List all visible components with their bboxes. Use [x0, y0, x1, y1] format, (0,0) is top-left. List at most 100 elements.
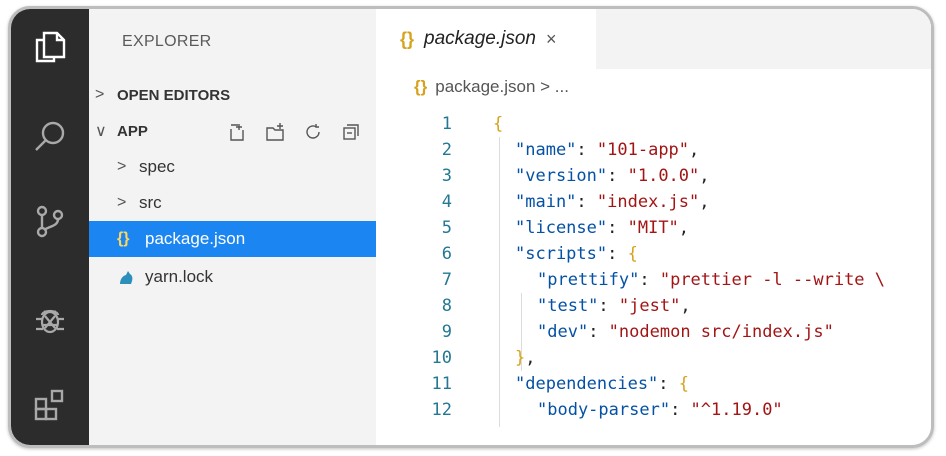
token-p: : — [607, 166, 628, 186]
token-e: , — [699, 192, 710, 212]
token-s: "1.0.0" — [627, 166, 700, 186]
line-number: 9 — [441, 322, 452, 342]
tree-item-label: yarn.lock — [145, 267, 214, 286]
code-text: "body-parser": "^1.19.0" — [537, 397, 783, 423]
token-k: "name" — [515, 140, 577, 160]
token-p: : — [598, 296, 619, 316]
code-line: 5 "license": "MIT", — [376, 215, 931, 241]
token-p: : — [576, 140, 597, 160]
line-number: 4 — [441, 192, 452, 212]
token-e: , — [525, 348, 536, 368]
tree-item-yarn-lock[interactable]: yarn.lock — [89, 259, 376, 295]
chevron-down-icon: ∨ — [95, 123, 107, 140]
chevron-right-icon: > — [117, 194, 127, 211]
code-text: "name": "101-app", — [515, 137, 699, 163]
chevron-right-icon: > — [117, 158, 127, 175]
tab-bar: {} package.json × — [376, 9, 931, 69]
token-b: } — [515, 348, 526, 368]
token-e: , — [680, 296, 691, 316]
tree-item-label: spec — [139, 157, 175, 176]
line-number: 2 — [441, 140, 452, 160]
token-e: , — [689, 140, 700, 160]
new-folder-icon[interactable] — [264, 121, 286, 147]
line-number: 7 — [441, 270, 452, 290]
token-s: "^1.19.0" — [690, 400, 783, 420]
token-b: { — [678, 374, 690, 394]
tree-item-spec[interactable]: > spec — [89, 149, 376, 185]
token-k: "version" — [515, 166, 608, 186]
code-line: 9 "dev": "nodemon src/index.js" — [376, 319, 931, 345]
search-icon[interactable] — [11, 107, 89, 167]
yarn-cat-icon — [117, 268, 145, 286]
line-number: 8 — [441, 296, 452, 316]
close-icon[interactable]: × — [546, 29, 557, 50]
code-line: 6 "scripts": { — [376, 241, 931, 267]
token-k: "license" — [515, 218, 608, 238]
line-number: 3 — [441, 166, 452, 186]
line-number: 6 — [441, 244, 452, 264]
tab-package-json[interactable]: {} package.json × — [376, 9, 596, 69]
debug-icon[interactable] — [11, 289, 89, 349]
new-file-icon[interactable] — [226, 121, 248, 147]
app-folder-label: APP — [117, 122, 148, 140]
code-line: 1{ — [376, 111, 931, 137]
code-text: "dependencies": { — [515, 371, 689, 397]
code-text: "prettify": "prettier -l --write \ — [537, 267, 885, 293]
token-s: "nodemon src/index.js" — [608, 322, 834, 342]
line-number: 12 — [431, 400, 452, 420]
explorer-sidebar: EXPLORER > OPEN EDITORS ∨ APP > spec > s… — [89, 9, 376, 445]
code-line: 10}, — [376, 345, 931, 371]
token-p: : — [607, 218, 628, 238]
token-s: "index.js" — [596, 192, 700, 212]
code-text: "test": "jest", — [537, 293, 691, 319]
token-s: "101-app" — [596, 140, 690, 160]
token-b: { — [627, 244, 638, 264]
code-text: "scripts": { — [515, 241, 638, 267]
token-s: "prettier -l --write \ — [659, 270, 886, 290]
json-file-icon: {} — [414, 77, 428, 96]
breadcrumb-path: package.json > ... — [435, 77, 569, 96]
token-p: : — [588, 322, 609, 342]
token-e: , — [678, 218, 690, 238]
open-editors-section[interactable]: > OPEN EDITORS — [89, 77, 376, 113]
token-p: : — [607, 244, 628, 264]
code-line: 12 "body-parser": "^1.19.0" — [376, 397, 931, 423]
token-p: : — [639, 270, 660, 290]
line-number: 10 — [431, 348, 452, 368]
json-file-icon: {} — [117, 230, 130, 247]
code-text: "dev": "nodemon src/index.js" — [537, 319, 834, 345]
token-p: : — [658, 374, 679, 394]
code-text: { — [493, 111, 503, 137]
tree-item-src[interactable]: > src — [89, 185, 376, 221]
explorer-icon[interactable] — [11, 17, 89, 77]
breadcrumb[interactable]: {} package.json > ... — [414, 77, 569, 97]
tree-item-label: src — [139, 193, 162, 212]
token-k: "scripts" — [515, 244, 608, 264]
line-number: 11 — [431, 374, 452, 394]
code-line: 8 "test": "jest", — [376, 293, 931, 319]
app-folder-section[interactable]: ∨ APP — [89, 113, 376, 149]
code-text: "version": "1.0.0", — [515, 163, 710, 189]
code-text: }, — [515, 345, 536, 371]
collapse-all-icon[interactable] — [340, 121, 362, 147]
editor-area: {} package.json × {} package.json > ... … — [376, 9, 931, 445]
code-line: 3 "version": "1.0.0", — [376, 163, 931, 189]
token-k: "prettify" — [537, 270, 640, 290]
tree-item-package-json[interactable]: {} package.json — [89, 221, 376, 257]
token-p: : — [670, 400, 691, 420]
tree-item-label: package.json — [145, 229, 246, 248]
token-k: "test" — [537, 296, 599, 316]
code-editor[interactable]: 1{2 "name": "101-app", 3 "version": "1.0.0"… — [376, 111, 931, 445]
source-control-icon[interactable] — [11, 191, 89, 251]
token-s: "MIT" — [627, 218, 679, 238]
token-k: "body-parser" — [537, 400, 671, 420]
code-text: "license": "MIT", — [515, 215, 689, 241]
code-line: 7 "prettify": "prettier -l --write \ — [376, 267, 931, 293]
code-line: 11 "dependencies": { — [376, 371, 931, 397]
refresh-icon[interactable] — [302, 121, 324, 147]
explorer-actions — [226, 121, 362, 147]
extensions-icon[interactable] — [11, 375, 89, 435]
explorer-title: EXPLORER — [122, 33, 212, 50]
line-number: 1 — [441, 114, 452, 134]
token-k: "main" — [515, 192, 577, 212]
